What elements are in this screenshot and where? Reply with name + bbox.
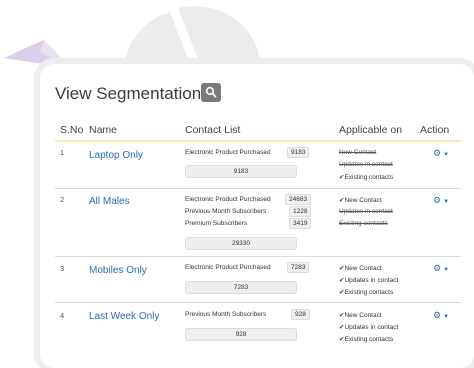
segment-name-link[interactable]: All Males — [89, 196, 130, 207]
row-sno: 3 — [60, 264, 65, 273]
search-icon — [205, 86, 217, 98]
applicable-existing-contacts: Existing contacts — [339, 220, 388, 227]
contact-list-count: 3419 — [289, 218, 312, 229]
applicable-updates-in-contact: Updates in contact — [339, 161, 393, 168]
gear-icon: ⚙ — [433, 263, 442, 273]
column-header-name: Name — [89, 124, 118, 136]
row-action-menu[interactable]: ⚙ ▼ — [433, 148, 449, 159]
applicable-updates-in-contact: ✔Updates in contact — [339, 323, 398, 331]
applicable-new-contact: New Contact — [339, 149, 376, 156]
applicable-label: Existing contacts — [344, 336, 394, 343]
applicable-new-contact: ✔New Contact — [339, 311, 382, 319]
applicable-label: Updates in contact — [339, 208, 393, 215]
caret-down-icon: ▼ — [443, 152, 450, 158]
applicable-existing-contacts: ✔Existing contacts — [339, 335, 393, 343]
applicable-label: Existing contacts — [339, 220, 388, 227]
row-action-menu[interactable]: ⚙ ▼ — [433, 195, 449, 206]
row-sno: 2 — [60, 195, 65, 204]
background-pie-segment-right — [178, 6, 260, 64]
applicable-new-contact: ✔New Contact — [339, 196, 382, 204]
background-pie-segment-left — [125, 12, 190, 64]
segment-total-count: 29330 — [185, 237, 297, 250]
contact-list-count: 24683 — [285, 194, 312, 205]
applicable-updates-in-contact: Updates in contact — [339, 208, 393, 215]
contact-list-label: Electronic Product Purchased — [185, 196, 271, 203]
row-sno: 1 — [60, 148, 65, 157]
segment-total-count: 928 — [185, 328, 297, 341]
caret-down-icon: ▼ — [443, 267, 450, 273]
segment-name-link[interactable]: Laptop Only — [89, 150, 143, 161]
segment-name-link[interactable]: Last Week Only — [89, 311, 159, 322]
applicable-label: Existing contacts — [344, 174, 394, 181]
applicable-label: Existing contacts — [344, 289, 394, 296]
contact-list-count: 1228 — [289, 206, 312, 217]
segment-name-link[interactable]: Mobiles Only — [89, 265, 147, 276]
column-header-applicable-on: Applicable on — [339, 124, 403, 136]
caret-down-icon: ▼ — [443, 199, 450, 205]
applicable-updates-in-contact: ✔Updates in contact — [339, 276, 398, 284]
column-header-contact-list: Contact List — [185, 124, 241, 136]
segment-total-count: 7283 — [185, 281, 297, 294]
contact-list-label: Previous Month Subscribers — [185, 208, 267, 215]
row-action-menu[interactable]: ⚙ ▼ — [433, 310, 449, 321]
segment-total-count: 9183 — [185, 165, 297, 178]
header-divider — [55, 140, 461, 142]
search-button[interactable] — [201, 83, 221, 102]
applicable-label: New Contact — [344, 197, 382, 204]
row-divider — [55, 256, 461, 257]
page-title: View Segmentation — [55, 84, 202, 103]
segmentation-card — [40, 64, 474, 368]
applicable-label: New Contact — [344, 312, 382, 319]
contact-list-label: Electronic Product Purchased — [185, 264, 271, 271]
contact-list-label: Electronic Product Purchased — [185, 149, 271, 156]
applicable-label: New Contact — [339, 149, 377, 156]
gear-icon: ⚙ — [433, 148, 442, 158]
contact-list-count: 9183 — [287, 147, 310, 158]
applicable-existing-contacts: ✔Existing contacts — [339, 173, 393, 181]
contact-list-count: 928 — [291, 309, 310, 320]
applicable-label: New Contact — [344, 265, 382, 272]
column-header-sno: S.No — [60, 124, 84, 136]
applicable-label: Updates in contact — [344, 324, 399, 331]
caret-down-icon: ▼ — [443, 314, 450, 320]
applicable-existing-contacts: ✔Existing contacts — [339, 288, 393, 296]
row-action-menu[interactable]: ⚙ ▼ — [433, 263, 449, 274]
applicable-label: Updates in contact — [339, 161, 393, 168]
gear-icon: ⚙ — [433, 195, 442, 205]
applicable-label: Updates in contact — [344, 277, 399, 284]
row-sno: 4 — [60, 311, 65, 320]
column-header-action: Action — [420, 124, 450, 136]
contact-list-count: 7283 — [287, 262, 310, 273]
contact-list-label: Previous Month Subscribers — [185, 311, 267, 318]
applicable-new-contact: ✔New Contact — [339, 264, 382, 272]
row-divider — [55, 302, 461, 303]
contact-list-label: Premium Subscribers — [185, 220, 248, 227]
gear-icon: ⚙ — [433, 310, 442, 320]
row-divider — [55, 188, 461, 189]
